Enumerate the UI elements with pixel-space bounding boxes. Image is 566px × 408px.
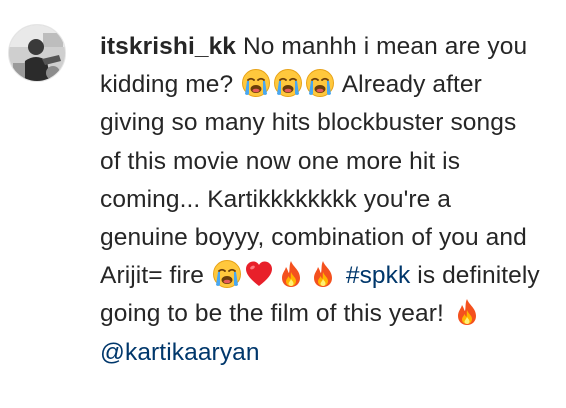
fire-icon bbox=[308, 259, 338, 289]
user-avatar-icon bbox=[9, 25, 65, 81]
comment: itskrishi_kk No manhh i mean are you kid… bbox=[0, 0, 566, 408]
loudly-crying-face-icon bbox=[241, 68, 271, 98]
comment-body: itskrishi_kk No manhh i mean are you kid… bbox=[100, 28, 540, 372]
loudly-crying-face-icon bbox=[273, 68, 303, 98]
hashtag-link[interactable]: #spkk bbox=[346, 262, 411, 289]
loudly-crying-face-icon bbox=[212, 259, 242, 289]
mention-link[interactable]: @kartikaaryan bbox=[100, 339, 260, 366]
fire-icon bbox=[452, 297, 482, 327]
comment-text-part-2: Already after giving so many hits blockb… bbox=[100, 71, 527, 290]
loudly-crying-face-icon bbox=[305, 68, 335, 98]
red-heart-icon bbox=[244, 259, 274, 289]
fire-icon bbox=[276, 259, 306, 289]
avatar[interactable] bbox=[8, 24, 66, 82]
comment-username[interactable]: itskrishi_kk bbox=[100, 33, 236, 60]
